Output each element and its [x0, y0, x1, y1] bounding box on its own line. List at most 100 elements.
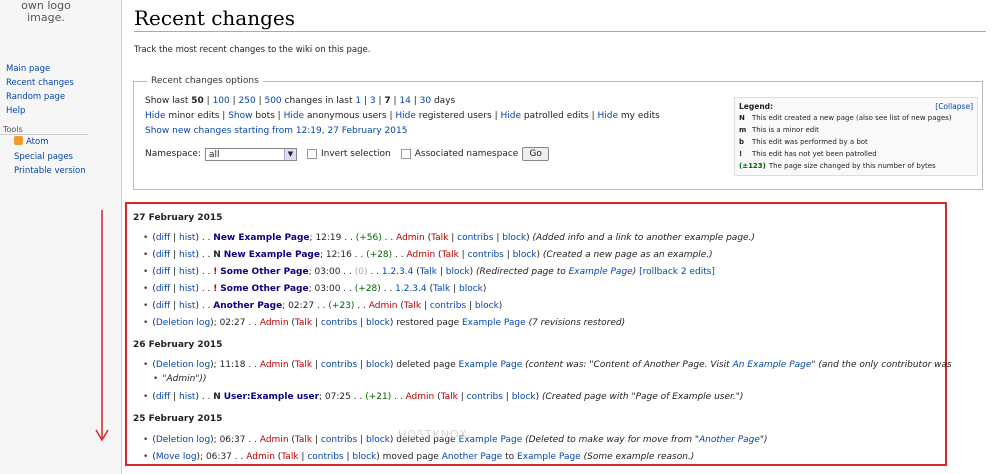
limit-250[interactable]: 250: [239, 96, 256, 106]
block-link[interactable]: block: [366, 318, 390, 328]
page-link[interactable]: New Example Page: [213, 233, 309, 243]
sidebar-item-printable-version[interactable]: Printable version: [0, 164, 120, 179]
days-14[interactable]: 14: [399, 96, 410, 106]
go-button[interactable]: Go: [522, 147, 549, 161]
sidebar-item-special-pages[interactable]: Special pages: [0, 150, 120, 165]
user-link[interactable]: 1.2.3.4: [382, 267, 414, 277]
log-link[interactable]: Move log: [156, 452, 197, 462]
rollback-link[interactable]: [rollback 2 edits]: [639, 267, 715, 277]
hist-link[interactable]: hist: [179, 233, 195, 243]
log-link[interactable]: Deletion log: [156, 435, 210, 445]
user-link[interactable]: Admin: [369, 301, 398, 311]
talk-link[interactable]: Talk: [441, 392, 458, 402]
diff-link[interactable]: diff: [156, 267, 170, 277]
user-link[interactable]: Admin: [246, 452, 275, 462]
contribs-link[interactable]: contribs: [321, 435, 357, 445]
user-link[interactable]: Admin: [396, 233, 425, 243]
days-7[interactable]: 7: [384, 96, 390, 106]
days-3[interactable]: 3: [370, 96, 376, 106]
hide-registered-toggle[interactable]: Hide: [395, 111, 416, 121]
talk-link[interactable]: Talk: [420, 267, 437, 277]
user-link[interactable]: Admin: [407, 250, 436, 260]
block-link[interactable]: block: [366, 435, 390, 445]
hist-link[interactable]: hist: [179, 284, 195, 294]
block-link[interactable]: block: [513, 250, 537, 260]
hist-link[interactable]: hist: [179, 250, 195, 260]
page-link[interactable]: User:Example user: [224, 392, 319, 402]
hide-patrolled-toggle[interactable]: Hide: [500, 111, 521, 121]
log-link[interactable]: Deletion log: [156, 360, 210, 370]
limit-500[interactable]: 500: [264, 96, 281, 106]
talk-link[interactable]: Talk: [295, 360, 312, 370]
patrolled-label: patrolled edits: [523, 111, 589, 121]
diff-link[interactable]: diff: [156, 301, 170, 311]
comment-link[interactable]: Another Page: [699, 435, 760, 445]
comment-link[interactable]: Example Page: [569, 267, 633, 277]
days-30[interactable]: 30: [420, 96, 431, 106]
site-logo[interactable]: own logo image.: [0, 0, 100, 30]
target-page-link[interactable]: Example Page: [459, 435, 523, 445]
target-page-link[interactable]: Example Page: [462, 318, 526, 328]
contribs-link[interactable]: contribs: [457, 233, 493, 243]
associated-checkbox[interactable]: [400, 149, 411, 159]
diff-link[interactable]: diff: [156, 250, 170, 260]
talk-link[interactable]: Talk: [295, 435, 312, 445]
log-link[interactable]: Deletion log: [156, 318, 210, 328]
block-link[interactable]: block: [512, 392, 536, 402]
sidebar-item-main-page[interactable]: Main page: [0, 62, 120, 76]
hist-link[interactable]: hist: [179, 301, 195, 311]
page-link[interactable]: Another Page: [213, 301, 282, 311]
sidebar-item-atom[interactable]: Atom: [0, 135, 120, 150]
talk-link[interactable]: Talk: [442, 250, 459, 260]
block-link[interactable]: block: [502, 233, 526, 243]
talk-link[interactable]: Talk: [404, 301, 421, 311]
target-page-link[interactable]: Another Page: [442, 452, 503, 462]
talk-link[interactable]: Talk: [431, 233, 448, 243]
user-link[interactable]: Admin: [260, 360, 289, 370]
limit-100[interactable]: 100: [213, 96, 230, 106]
show-new-changes-link[interactable]: Show new changes starting from 12:19, 27…: [145, 126, 407, 136]
legend-collapse-link[interactable]: [Collapse]: [935, 102, 973, 111]
talk-link[interactable]: Talk: [281, 452, 298, 462]
sidebar-item-random-page[interactable]: Random page: [0, 90, 120, 104]
talk-link[interactable]: Talk: [433, 284, 450, 294]
days-1[interactable]: 1: [355, 96, 361, 106]
sidebar-item-help[interactable]: Help: [0, 104, 120, 118]
invert-checkbox[interactable]: [307, 149, 317, 159]
user-link[interactable]: 1.2.3.4: [395, 284, 427, 294]
diff-link[interactable]: diff: [156, 233, 170, 243]
block-link[interactable]: block: [459, 284, 483, 294]
page-link[interactable]: New Example Page: [224, 250, 320, 260]
hist-link[interactable]: hist: [179, 392, 195, 402]
user-link[interactable]: Admin: [406, 392, 435, 402]
contribs-link[interactable]: contribs: [468, 250, 504, 260]
user-link[interactable]: Admin: [260, 318, 289, 328]
page-link[interactable]: Some Other Page: [220, 284, 308, 294]
block-link[interactable]: block: [352, 452, 376, 462]
talk-link[interactable]: Talk: [295, 318, 312, 328]
namespace-select[interactable]: all ▼: [205, 147, 297, 161]
list-item: (diff | hist) . . Another Page; 02:27 . …: [143, 299, 502, 313]
hist-link[interactable]: hist: [179, 267, 195, 277]
contribs-link[interactable]: contribs: [307, 452, 343, 462]
page-link[interactable]: Some Other Page: [220, 267, 308, 277]
comment-link[interactable]: An Example Page: [733, 360, 812, 370]
block-link[interactable]: block: [446, 267, 470, 277]
target-page-link[interactable]: Example Page: [459, 360, 523, 370]
contribs-link[interactable]: contribs: [430, 301, 466, 311]
hide-minor-toggle[interactable]: Hide: [145, 111, 166, 121]
contribs-link[interactable]: contribs: [321, 318, 357, 328]
hide-anon-toggle[interactable]: Hide: [284, 111, 305, 121]
target-page-link[interactable]: Example Page: [517, 452, 581, 462]
limit-50[interactable]: 50: [191, 96, 204, 106]
contribs-link[interactable]: contribs: [467, 392, 503, 402]
user-link[interactable]: Admin: [260, 435, 289, 445]
block-link[interactable]: block: [475, 301, 499, 311]
diff-link[interactable]: diff: [156, 392, 170, 402]
show-bots-toggle[interactable]: Show: [228, 111, 252, 121]
sidebar-item-recent-changes[interactable]: Recent changes: [0, 76, 120, 90]
hide-mine-toggle[interactable]: Hide: [598, 111, 619, 121]
diff-link[interactable]: diff: [156, 284, 170, 294]
contribs-link[interactable]: contribs: [321, 360, 357, 370]
block-link[interactable]: block: [366, 360, 390, 370]
